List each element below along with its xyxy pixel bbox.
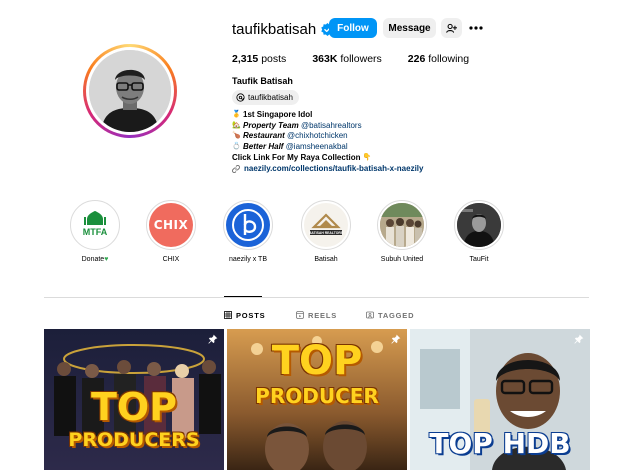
- pinned-icon: [208, 334, 218, 344]
- active-tab-indicator: [224, 296, 262, 297]
- highlight-chix[interactable]: CHIX CHIX: [141, 200, 201, 263]
- message-button[interactable]: Message: [383, 18, 436, 38]
- tabs-divider: [44, 297, 589, 298]
- mention-iamsheenakbal[interactable]: @iamsheenakbal: [286, 142, 348, 153]
- following-count[interactable]: 226 following: [408, 53, 469, 65]
- highlight-label: naezily x TB: [229, 256, 267, 263]
- threads-handle: taufikbatisah: [248, 93, 293, 102]
- threads-badge[interactable]: taufikbatisah: [232, 90, 299, 105]
- full-name: Taufik Batisah: [232, 76, 293, 86]
- profile-stats: 2,315 posts 363K followers 226 following: [232, 53, 495, 65]
- highlight-label: Batisah: [314, 256, 338, 263]
- suggested-users-button[interactable]: [441, 18, 462, 38]
- bio-line-5: Click Link For My Raya Collection 👇: [232, 152, 372, 162]
- house-icon: 🏡: [232, 121, 241, 129]
- posts-count: 2,315 posts: [232, 53, 287, 65]
- tab-tagged[interactable]: TAGGED: [366, 309, 414, 321]
- mtfa-logo-text: MTFA: [83, 227, 108, 237]
- pinned-icon: [574, 334, 584, 344]
- username-row: taufikbatisah: [232, 18, 334, 40]
- tagged-icon: [366, 311, 374, 319]
- highlight-label: TauFit: [469, 256, 489, 263]
- post-tile[interactable]: TOP PRODUCER: [227, 329, 407, 470]
- post-headline-top: TOP: [271, 338, 363, 384]
- bio: 🥇 1st Singapore Idol 🏡 Property Team @bati…: [232, 110, 423, 174]
- username: taufikbatisah: [232, 20, 317, 38]
- highlight-label: CHIX: [162, 256, 180, 263]
- mtfa-logo: MTFA: [73, 203, 117, 247]
- medal-icon: 🥇: [232, 111, 241, 118]
- group-photo: [380, 203, 424, 247]
- bio-line-2: 🏡 Property Team @batisahrealtors: [232, 120, 362, 132]
- grid-icon: [224, 311, 232, 319]
- profile-avatar[interactable]: [83, 44, 177, 138]
- bio-line-3: 🍗 Restaurant @chixhotchicken: [232, 131, 348, 142]
- green-heart-icon: ♥: [104, 256, 109, 263]
- post-headline-top: TOP: [90, 385, 178, 429]
- post-headline-producer: PRODUCER: [255, 384, 379, 408]
- reels-icon: [296, 311, 304, 319]
- bio-link[interactable]: naezily.com/collections/taufik-batisah-x…: [244, 164, 423, 175]
- follow-button[interactable]: Follow: [329, 18, 377, 38]
- chicken-icon: 🍗: [232, 132, 241, 140]
- highlight-label: Subuh United: [380, 256, 424, 263]
- pointing-down-icon: 👇: [362, 153, 372, 161]
- highlight-subuh-united[interactable]: Subuh United: [372, 200, 432, 263]
- post-tile[interactable]: TOP HDB: [410, 329, 590, 470]
- mention-batisahrealtors[interactable]: @batisahrealtors: [301, 121, 362, 132]
- naezily-tb-logo: [226, 203, 270, 247]
- mention-chixhotchicken[interactable]: @chixhotchicken: [287, 131, 348, 142]
- more-options-icon[interactable]: [467, 19, 485, 37]
- tab-posts[interactable]: POSTS: [224, 309, 265, 321]
- threads-icon: [236, 93, 245, 102]
- chix-logo: CHIX: [149, 203, 193, 247]
- highlight-taufit[interactable]: TauFit: [449, 200, 509, 263]
- avatar-photo: [89, 50, 171, 132]
- link-icon: [232, 164, 240, 173]
- pinned-icon: [391, 334, 401, 344]
- post-headline-producers: PRODUCERS: [68, 429, 200, 451]
- bio-link-row[interactable]: naezily.com/collections/taufik-batisah-x…: [232, 164, 423, 175]
- gym-photo: [457, 203, 501, 247]
- highlight-donate[interactable]: MTFA Donate♥: [65, 200, 125, 263]
- followers-count[interactable]: 363K followers: [312, 53, 381, 65]
- post-headline-top-hdb: TOP HDB: [429, 427, 571, 460]
- add-user-icon: [446, 23, 457, 33]
- highlight-label: Donate♥: [81, 256, 109, 263]
- post-tile[interactable]: TOP PRODUCERS: [44, 329, 224, 470]
- batisah-realtors-logo: BATISAH REALTORS: [304, 203, 348, 247]
- ring-icon: 💍: [232, 143, 241, 151]
- chix-logo-text: CHIX: [153, 218, 189, 232]
- tab-reels[interactable]: REELS: [296, 309, 337, 321]
- bio-line-4: 💍 Better Half @iamsheenakbal: [232, 142, 348, 153]
- bio-line-1: 🥇 1st Singapore Idol: [232, 110, 313, 119]
- highlight-naezily[interactable]: naezily x TB: [218, 200, 278, 263]
- batisah-logo-text: BATISAH REALTORS: [309, 231, 344, 235]
- highlight-batisah[interactable]: BATISAH REALTORS Batisah: [296, 200, 356, 263]
